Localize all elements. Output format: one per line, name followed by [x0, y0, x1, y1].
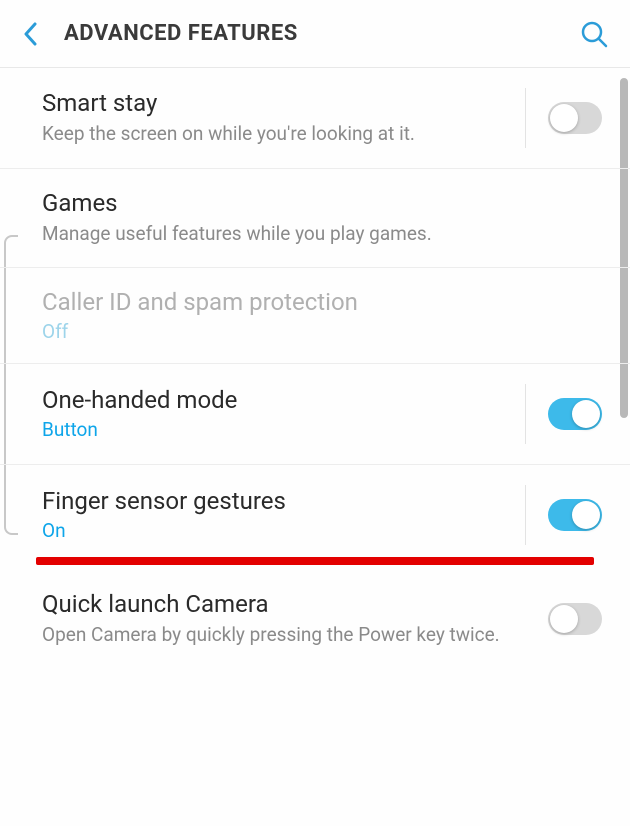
- row-status: On: [42, 519, 505, 542]
- header: ADVANCED FEATURES: [0, 0, 630, 68]
- row-title: Games: [42, 189, 582, 217]
- row-text: Games Manage useful features while you p…: [42, 189, 602, 247]
- finger-sensor-toggle[interactable]: [548, 499, 602, 531]
- row-text: Quick launch Camera Open Camera by quick…: [42, 590, 526, 648]
- row-text: Finger sensor gestures On: [42, 487, 525, 542]
- settings-list: Smart stay Keep the screen on while you'…: [0, 68, 630, 669]
- smart-stay-toggle[interactable]: [548, 102, 602, 134]
- back-button[interactable]: [16, 20, 44, 48]
- highlight-underline: [36, 557, 594, 565]
- row-games[interactable]: Games Manage useful features while you p…: [0, 169, 630, 268]
- row-desc: Keep the screen on while you're looking …: [42, 121, 505, 147]
- row-title: Smart stay: [42, 89, 505, 117]
- toggle-knob: [572, 400, 600, 428]
- row-status: Button: [42, 418, 505, 441]
- toggle-wrap: [526, 589, 602, 649]
- row-status: Off: [42, 320, 582, 343]
- row-finger-sensor[interactable]: Finger sensor gestures On: [0, 465, 630, 557]
- chevron-left-icon: [23, 22, 37, 46]
- one-handed-toggle[interactable]: [548, 398, 602, 430]
- toggle-knob: [550, 605, 578, 633]
- row-one-handed-mode[interactable]: One-handed mode Button: [0, 364, 630, 465]
- toggle-knob: [572, 501, 600, 529]
- row-desc: Open Camera by quickly pressing the Powe…: [42, 622, 506, 648]
- row-text: Caller ID and spam protection Off: [42, 288, 602, 343]
- row-title: One-handed mode: [42, 386, 505, 414]
- toggle-wrap: [525, 485, 602, 545]
- search-button[interactable]: [578, 18, 610, 50]
- toggle-wrap: [525, 88, 602, 148]
- row-text: One-handed mode Button: [42, 386, 525, 441]
- row-title: Caller ID and spam protection: [42, 288, 582, 316]
- row-caller-id[interactable]: Caller ID and spam protection Off: [0, 268, 630, 364]
- row-smart-stay[interactable]: Smart stay Keep the screen on while you'…: [0, 68, 630, 169]
- row-text: Smart stay Keep the screen on while you'…: [42, 89, 525, 147]
- row-desc: Manage useful features while you play ga…: [42, 221, 582, 247]
- row-quick-launch-camera[interactable]: Quick launch Camera Open Camera by quick…: [0, 569, 630, 669]
- search-icon: [580, 20, 608, 48]
- row-title: Quick launch Camera: [42, 590, 506, 618]
- toggle-wrap: [525, 384, 602, 444]
- quick-camera-toggle[interactable]: [548, 603, 602, 635]
- toggle-knob: [550, 104, 578, 132]
- row-title: Finger sensor gestures: [42, 487, 505, 515]
- page-title: ADVANCED FEATURES: [64, 21, 578, 46]
